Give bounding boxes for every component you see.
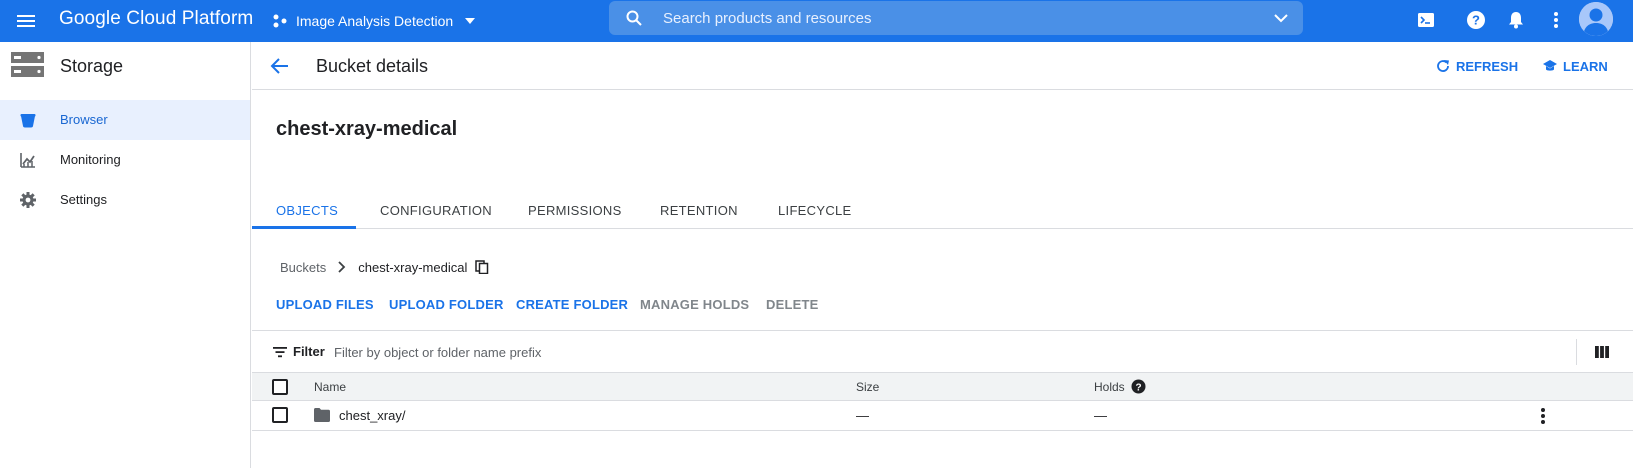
upload-files-button[interactable]: UPLOAD FILES (276, 297, 374, 312)
object-size: — (856, 408, 869, 423)
folder-icon (314, 408, 330, 422)
platform-logo[interactable]: Google Cloud Platform (59, 8, 253, 30)
sidebar-item-label: Settings (60, 192, 107, 207)
notifications-bell-icon[interactable] (1505, 9, 1527, 31)
gear-icon (20, 192, 36, 208)
sidebar-item-browser[interactable]: Browser (0, 100, 250, 140)
divider (1576, 339, 1577, 365)
object-holds: — (1094, 408, 1107, 423)
delete-button[interactable]: DELETE (766, 297, 818, 312)
bucket-icon (20, 114, 36, 128)
top-app-bar: Google Cloud Platform Image Analysis Det… (0, 0, 1633, 42)
tab-configuration[interactable]: CONFIGURATION (380, 203, 492, 218)
sidebar-item-monitoring[interactable]: Monitoring (0, 140, 250, 180)
hamburger-menu-icon[interactable] (14, 9, 38, 33)
row-overflow-menu-icon[interactable] (1533, 406, 1553, 426)
project-icon (273, 14, 287, 28)
tab-lifecycle[interactable]: LIFECYCLE (778, 203, 852, 218)
search-bar (609, 1, 1303, 35)
school-icon (1543, 60, 1557, 71)
column-header-holds[interactable]: Holds (1094, 380, 1125, 394)
sidebar-title: Storage (60, 56, 124, 76)
active-tab-indicator (252, 226, 356, 229)
storage-product-icon (11, 52, 44, 77)
bucket-name-heading: chest-xray-medical (276, 118, 458, 140)
select-all-checkbox[interactable] (272, 379, 288, 395)
manage-holds-button[interactable]: MANAGE HOLDS (640, 297, 749, 312)
filter-label: Filter (293, 344, 325, 359)
filter-list-icon (273, 347, 287, 358)
learn-label: LEARN (1563, 58, 1608, 74)
account-avatar[interactable] (1579, 2, 1613, 36)
more-vert-icon[interactable] (1545, 9, 1567, 31)
tab-retention[interactable]: RETENTION (660, 203, 738, 218)
filter-input[interactable] (334, 341, 1034, 363)
search-expand-chevron-icon[interactable] (1273, 10, 1289, 26)
tab-permissions[interactable]: PERMISSIONS (528, 203, 622, 218)
chart-icon (20, 153, 35, 168)
main-content: Bucket details REFRESH LEARN chest-xray-… (252, 42, 1633, 468)
help-circle-icon[interactable]: ? (1131, 379, 1146, 394)
sidebar-item-label: Monitoring (60, 152, 121, 167)
cloud-shell-icon[interactable] (1415, 9, 1437, 31)
search-icon (626, 10, 642, 26)
chevron-down-icon (465, 18, 476, 24)
svg-text:?: ? (1135, 382, 1141, 393)
breadcrumb-buckets-link[interactable]: Buckets (280, 260, 326, 275)
column-header-size[interactable]: Size (856, 380, 879, 394)
breadcrumb-current: chest-xray-medical (358, 259, 468, 275)
refresh-label: REFRESH (1456, 58, 1519, 74)
filter-bar: Filter (252, 330, 1633, 372)
table-row[interactable]: chest_xray/ — — (252, 401, 1633, 431)
project-selector[interactable]: Image Analysis Detection (272, 8, 477, 34)
row-checkbox[interactable] (272, 407, 288, 423)
learn-button[interactable]: LEARN (1542, 57, 1608, 75)
sidebar: Storage Browser Monitoring Settings (0, 42, 251, 468)
tab-bar: OBJECTS CONFIGURATION PERMISSIONS RETENT… (252, 190, 1633, 229)
search-input[interactable] (663, 6, 1223, 30)
refresh-button[interactable]: REFRESH (1435, 57, 1518, 75)
column-display-icon[interactable] (1594, 344, 1610, 360)
account-user-icon (1579, 2, 1613, 36)
column-header-name[interactable]: Name (314, 380, 346, 394)
tab-objects[interactable]: OBJECTS (276, 203, 338, 218)
project-name: Image Analysis Detection (296, 13, 454, 29)
breadcrumb: Buckets chest-xray-medical (280, 258, 489, 276)
chevron-right-icon (338, 261, 346, 273)
sidebar-header: Storage (0, 42, 250, 90)
upload-folder-button[interactable]: UPLOAD FOLDER (389, 297, 504, 312)
svg-text:?: ? (1472, 13, 1480, 28)
back-arrow-icon[interactable] (269, 55, 291, 77)
table-header: Name Size Holds ? (252, 372, 1633, 401)
create-folder-button[interactable]: CREATE FOLDER (516, 297, 628, 312)
refresh-icon (1437, 60, 1449, 72)
copy-icon[interactable] (475, 260, 489, 274)
sidebar-item-label: Browser (60, 112, 108, 127)
sidebar-item-settings[interactable]: Settings (0, 180, 250, 220)
help-icon[interactable]: ? (1465, 9, 1487, 31)
object-name-link[interactable]: chest_xray/ (339, 408, 405, 423)
page-header: Bucket details REFRESH LEARN (252, 42, 1633, 90)
page-title: Bucket details (316, 56, 429, 76)
